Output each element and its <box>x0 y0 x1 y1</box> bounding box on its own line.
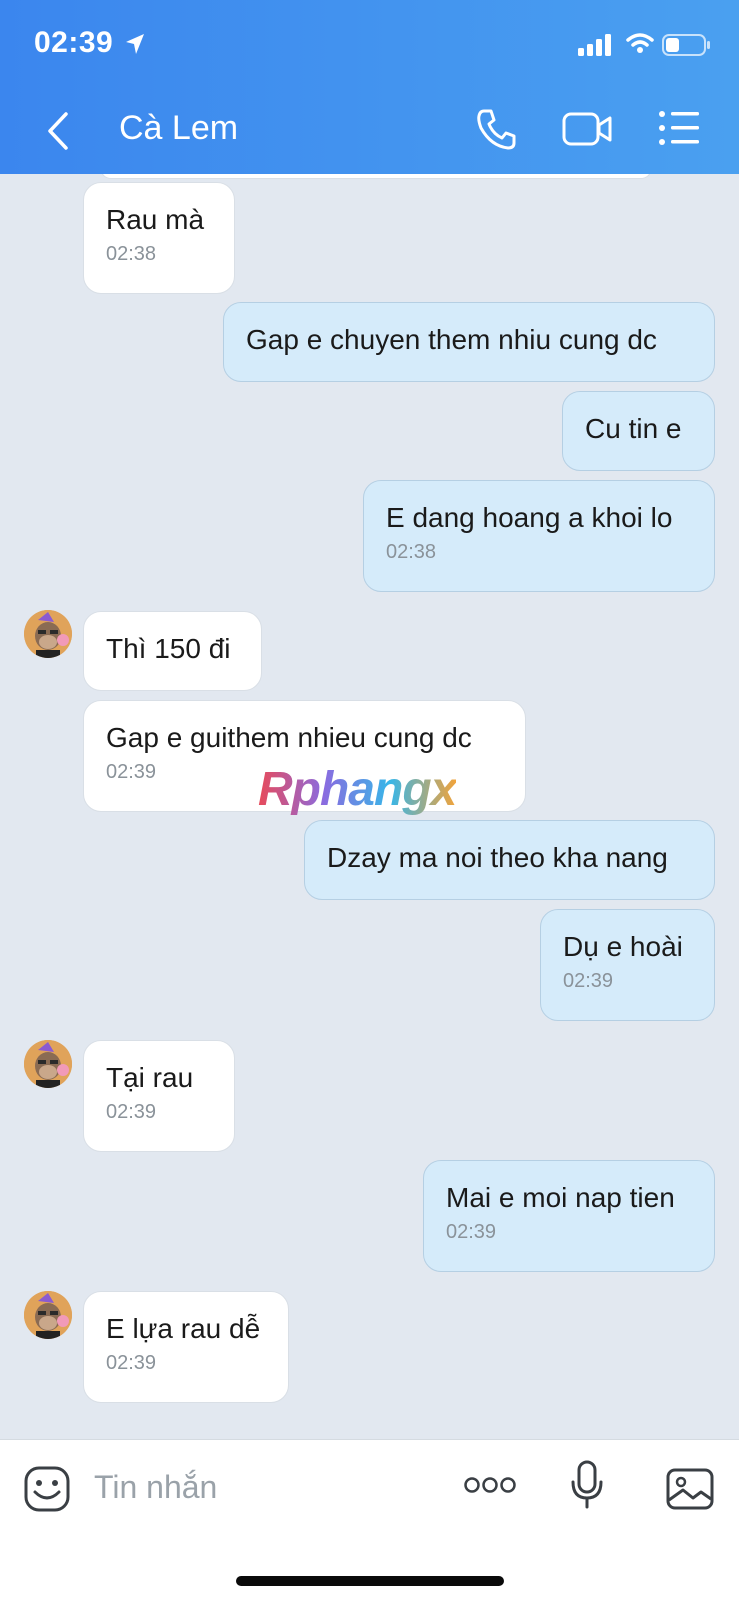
message-input[interactable] <box>92 1460 436 1514</box>
message-bubble-outgoing[interactable]: Dụ e hoài 02:39 <box>540 909 715 1021</box>
ape-avatar-icon <box>24 1040 72 1088</box>
contact-avatar[interactable] <box>24 1291 72 1339</box>
message-time: 02:38 <box>106 243 157 265</box>
message-text: E lựa rau dễ <box>106 1313 261 1344</box>
message-text: Gap e chuyen them nhiu cung dc <box>246 324 657 355</box>
contact-name[interactable]: Cà Lem <box>119 109 238 148</box>
video-camera-icon[interactable] <box>562 110 614 148</box>
message-time: 02:39 <box>563 970 614 992</box>
message-bubble-outgoing[interactable]: Gap e chuyen them nhiu cung dc <box>223 302 715 382</box>
location-arrow-icon <box>126 34 144 54</box>
message-text: Rau mà <box>106 204 205 235</box>
message-bubble-incoming[interactable]: Thì 150 đi <box>83 611 262 691</box>
message-bubble-incoming[interactable]: Tại rau 02:39 <box>83 1040 235 1152</box>
message-time: 02:38 <box>386 541 437 563</box>
message-text: Mai e moi nap tien <box>446 1182 675 1213</box>
chevron-left-icon[interactable] <box>40 108 76 154</box>
message-bubble-outgoing[interactable]: Mai e moi nap tien 02:39 <box>423 1160 715 1272</box>
message-bubble-incoming[interactable]: Rau mà 02:38 <box>83 182 235 294</box>
message-bubble-outgoing[interactable]: Dzay ma noi theo kha nang <box>304 820 715 900</box>
chat-header: 02:39 Cà Lem <box>0 0 739 174</box>
message-text: Cu tin e <box>585 413 682 444</box>
message-text: Dzay ma noi theo kha nang <box>327 842 668 873</box>
message-text: Thì 150 đi <box>106 633 231 664</box>
message-text: Gap e guithem nhieu cung dc <box>106 722 472 753</box>
home-indicator <box>236 1576 504 1586</box>
more-dots-icon[interactable] <box>464 1476 516 1494</box>
message-text: Dụ e hoài <box>563 931 683 962</box>
ape-avatar-icon <box>24 610 72 658</box>
battery-icon <box>662 34 710 56</box>
message-text: E dang hoang a khoi lo <box>386 502 673 533</box>
sticker-emoji-icon[interactable] <box>24 1466 70 1512</box>
message-time: 02:39 <box>446 1221 497 1243</box>
image-icon[interactable] <box>666 1468 714 1510</box>
watermark-logo: Rphangx <box>258 763 457 816</box>
message-time: 02:39 <box>106 1352 157 1374</box>
message-bubble-outgoing[interactable]: E dang hoang a khoi lo 02:38 <box>363 480 715 592</box>
microphone-icon[interactable] <box>570 1460 604 1510</box>
wifi-icon <box>626 33 654 53</box>
message-bubble-incoming[interactable]: E lựa rau dễ 02:39 <box>83 1291 289 1403</box>
contact-avatar[interactable] <box>24 610 72 658</box>
message-text: Tại rau <box>106 1062 194 1093</box>
message-bubble-outgoing[interactable]: Cu tin e <box>562 391 715 471</box>
phone-icon[interactable] <box>476 108 516 150</box>
message-composer <box>0 1439 739 1601</box>
cellular-signal-icon <box>578 34 611 56</box>
contact-avatar[interactable] <box>24 1040 72 1088</box>
previous-message-edge <box>100 174 652 179</box>
list-menu-icon[interactable] <box>658 110 700 146</box>
message-time: 02:39 <box>106 1101 157 1123</box>
status-time: 02:39 <box>34 26 114 59</box>
ape-avatar-icon <box>24 1291 72 1339</box>
